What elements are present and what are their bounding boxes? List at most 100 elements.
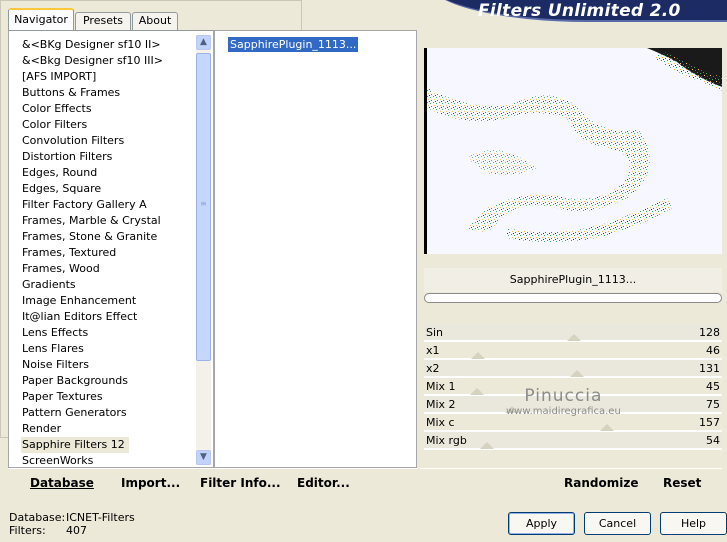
category-item[interactable]: Edges, Round [21, 165, 197, 181]
tab-about[interactable]: About [132, 12, 178, 30]
category-item[interactable]: Pattern Generators [21, 405, 197, 421]
scroll-down-button[interactable]: ▼ [196, 450, 211, 465]
slider-value: 75 [706, 398, 720, 411]
slider-value: 131 [699, 362, 720, 375]
category-row: Frames, Wood [21, 261, 197, 277]
slider-label: Mix 1 [426, 380, 456, 393]
category-row: Pattern Generators [21, 405, 197, 421]
category-row: Gradients [21, 277, 197, 293]
category-item[interactable]: Frames, Marble & Crystal [21, 213, 197, 229]
reset-button[interactable]: Reset [663, 476, 701, 490]
scrollbar-thumb[interactable]: ≡ [196, 53, 211, 361]
filter-info-button[interactable]: Filter Info... [200, 476, 281, 490]
category-item[interactable]: Convolution Filters [21, 133, 197, 149]
category-item[interactable]: It@lian Editors Effect [21, 309, 197, 325]
cancel-button[interactable]: Cancel [584, 512, 651, 535]
category-row: Paper Textures [21, 389, 197, 405]
category-list: &<BKg Designer sf10 II> &<Bkg Designer sf… [21, 37, 197, 469]
category-item[interactable]: Paper Textures [21, 389, 197, 405]
preview-canvas [427, 48, 722, 254]
slider-value: 46 [706, 344, 720, 357]
category-item[interactable]: Lens Flares [21, 341, 197, 357]
category-item[interactable]: Gradients [21, 277, 197, 293]
category-item[interactable]: Frames, Textured [21, 245, 197, 261]
scroll-grip-icon: ≡ [200, 199, 207, 208]
slider-row-x1[interactable]: x1 46 [424, 342, 722, 360]
category-row: &<BKg Designer sf10 II> [21, 37, 197, 53]
category-item[interactable]: Lens Effects [21, 325, 197, 341]
slider-thumb[interactable] [469, 388, 484, 395]
slider-thumb[interactable] [566, 334, 581, 341]
database-value: ICNET-Filters [66, 511, 135, 524]
slider-thumb[interactable] [480, 442, 495, 449]
slider-track[interactable] [424, 358, 722, 359]
category-item[interactable]: Render [21, 421, 197, 437]
category-row: Image Enhancement [21, 293, 197, 309]
category-item[interactable]: Paper Backgrounds [21, 373, 197, 389]
slider-row-mix-1[interactable]: Mix 1 45 [424, 378, 722, 396]
category-row: Noise Filters [21, 357, 197, 373]
slider-value: 54 [706, 434, 720, 447]
category-row: Buttons & Frames [21, 85, 197, 101]
category-item[interactable]: Color Effects [21, 101, 197, 117]
slider-thumb[interactable] [600, 424, 615, 431]
app-title: Filters Unlimited 2.0 [478, 1, 681, 21]
import-button[interactable]: Import... [121, 476, 180, 490]
slider-track[interactable] [424, 448, 722, 449]
category-item[interactable]: Image Enhancement [21, 293, 197, 309]
category-item[interactable]: [AFS IMPORT] [21, 69, 197, 85]
slider-value: 157 [699, 416, 720, 429]
category-item[interactable]: Noise Filters [21, 357, 197, 373]
category-item[interactable]: Sapphire Filters 12 [21, 437, 129, 453]
category-list-panel: &<BKg Designer sf10 II> &<Bkg Designer sf… [8, 30, 214, 468]
category-row: Frames, Marble & Crystal [21, 213, 197, 229]
slider-row-mix-c[interactable]: Mix c 157 [424, 414, 722, 432]
category-item[interactable]: &<Bkg Designer sf10 III> [21, 53, 197, 69]
category-item[interactable]: Frames, Stone & Granite [21, 229, 197, 245]
slider-track[interactable] [424, 412, 722, 413]
randomize-button[interactable]: Randomize [564, 476, 638, 490]
category-row: Edges, Round [21, 165, 197, 181]
category-item[interactable]: Buttons & Frames [21, 85, 197, 101]
editor-button[interactable]: Editor... [297, 476, 350, 490]
slider-row-sin[interactable]: Sin 128 [424, 324, 722, 342]
category-row: ScreenWorks [21, 453, 197, 469]
category-row: &<Bkg Designer sf10 III> [21, 53, 197, 69]
slider-row-mix-rgb[interactable]: Mix rgb 54 [424, 432, 722, 450]
category-row: Color Filters [21, 117, 197, 133]
category-item[interactable]: Edges, Square [21, 181, 197, 197]
category-item[interactable]: Frames, Wood [21, 261, 197, 277]
apply-button[interactable]: Apply [508, 512, 575, 535]
scroll-up-button[interactable]: ▲ [196, 35, 211, 50]
slider-row-mix-2[interactable]: Mix 2 75 [424, 396, 722, 414]
slider-label: Mix c [426, 416, 455, 429]
category-row: Color Effects [21, 101, 197, 117]
slider-label: Mix 2 [426, 398, 456, 411]
filter-item-selected[interactable]: SapphirePlugin_1113... [228, 37, 359, 52]
help-button[interactable]: Help [660, 512, 727, 535]
category-row: Edges, Square [21, 181, 197, 197]
category-item[interactable]: &<BKg Designer sf10 II> [21, 37, 197, 53]
category-item[interactable]: ScreenWorks [21, 453, 197, 469]
bottom-right-toolbar: Randomize Reset [420, 468, 722, 496]
slider-track[interactable] [424, 430, 722, 431]
tab-presets[interactable]: Presets [75, 12, 131, 30]
slider-row-x2[interactable]: x2 131 [424, 360, 722, 378]
category-row: Sapphire Filters 12 [21, 437, 197, 453]
category-item[interactable]: Color Filters [21, 117, 197, 133]
category-item[interactable]: Filter Factory Gallery A [21, 197, 197, 213]
filter-list-panel: SapphirePlugin_1113... [214, 30, 417, 468]
slider-thumb[interactable] [504, 406, 519, 413]
status-info: Database: ICNET-Filters Filters: 407 [9, 511, 135, 537]
category-scrollbar[interactable]: ▲ ≡ ▼ [196, 35, 211, 465]
category-row: Frames, Stone & Granite [21, 229, 197, 245]
category-item[interactable]: Distortion Filters [21, 149, 197, 165]
slider-thumb[interactable] [470, 352, 485, 359]
category-row: Filter Factory Gallery A [21, 197, 197, 213]
slider-value: 45 [706, 380, 720, 393]
slider-value: 128 [699, 326, 720, 339]
database-button[interactable]: Database [30, 476, 94, 490]
tab-navigator[interactable]: Navigator [8, 8, 74, 30]
slider-thumb[interactable] [570, 370, 585, 377]
bottom-left-toolbar: Database Import... Filter Info... Editor… [8, 468, 418, 496]
